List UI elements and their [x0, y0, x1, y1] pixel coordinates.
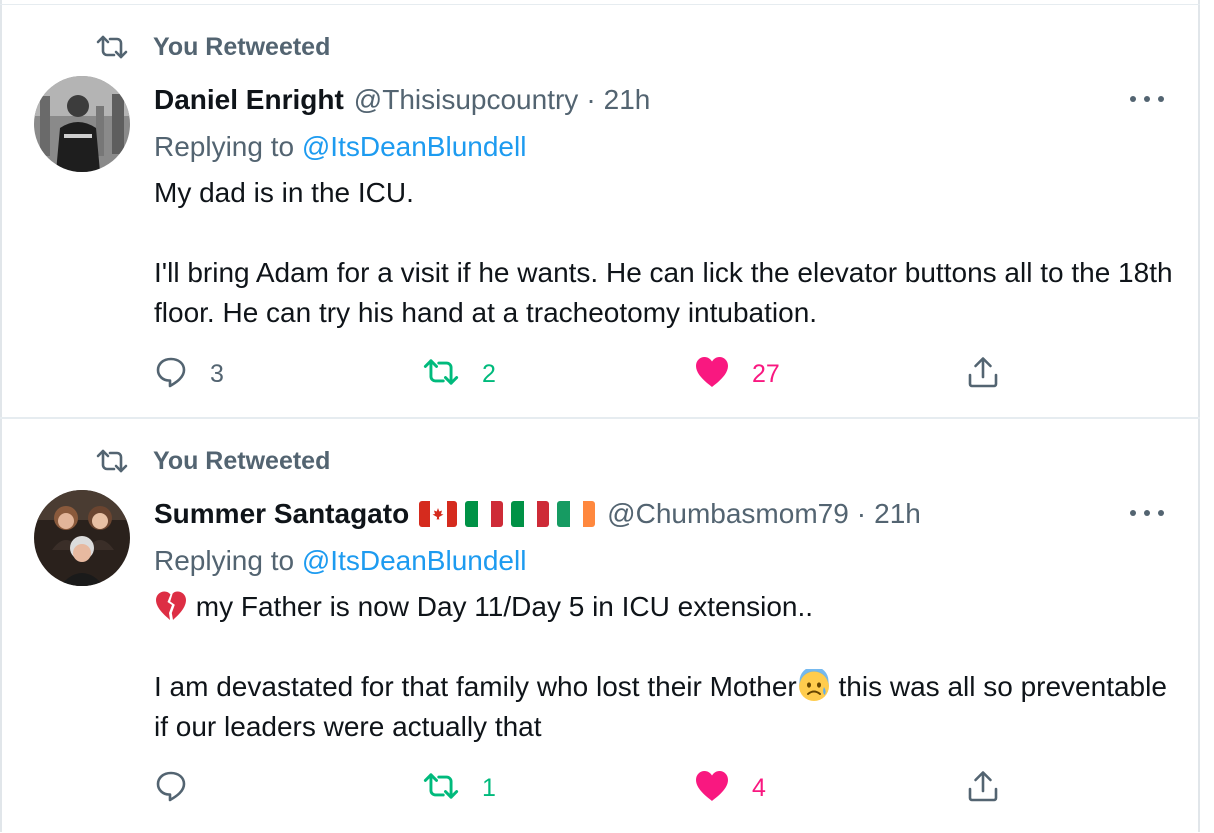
share-button[interactable] — [966, 768, 1000, 808]
reply-icon — [154, 769, 188, 808]
tweet-text-segment: I am devastated for that family who lost… — [154, 671, 797, 702]
replying-to: Replying to @ItsDeanBlundell — [154, 545, 526, 577]
canada-flag-icon — [419, 501, 458, 527]
reply-button[interactable] — [154, 768, 210, 808]
retweet-count: 2 — [482, 359, 496, 388]
replying-to-label: Replying to — [154, 545, 295, 576]
share-button[interactable] — [966, 354, 1000, 394]
mention-link[interactable]: @ItsDeanBlundell — [302, 131, 527, 162]
author-name[interactable]: Summer Santagato — [154, 498, 409, 530]
retweet-context: You Retweeted — [95, 31, 330, 63]
avatar[interactable] — [34, 76, 130, 172]
author-name[interactable]: Daniel Enright — [154, 84, 344, 116]
like-button[interactable]: 27 — [694, 354, 780, 394]
tweet-text: My dad is in the ICU. I'll bring Adam fo… — [154, 173, 1174, 333]
heart-icon — [694, 769, 730, 808]
more-options-icon[interactable] — [1130, 89, 1164, 109]
author-handle[interactable]: @Chumbasmom79 — [607, 498, 849, 530]
replying-to: Replying to @ItsDeanBlundell — [154, 131, 526, 163]
tweet-actions: 3 2 27 — [154, 354, 1024, 394]
retweet-context: You Retweeted — [95, 445, 330, 477]
tweet-timestamp[interactable]: 21h — [604, 84, 651, 116]
like-count: 27 — [752, 359, 780, 388]
heart-icon — [694, 355, 730, 394]
tweet-text-line: I'll bring Adam for a visit if he wants.… — [154, 257, 1173, 328]
like-count: 4 — [752, 773, 766, 802]
reply-icon — [154, 355, 188, 394]
share-icon — [966, 355, 1000, 394]
tweet-text: my Father is now Day 11/Day 5 in ICU ext… — [154, 587, 1174, 747]
retweet-context-label: You Retweeted — [153, 446, 331, 475]
tweet[interactable]: You Retweeted Summer Santagato @Chumbasm… — [0, 419, 1198, 833]
author-flags — [419, 501, 596, 527]
tweet-timestamp[interactable]: 21h — [874, 498, 921, 530]
more-options-icon[interactable] — [1130, 503, 1164, 523]
mention-link[interactable]: @ItsDeanBlundell — [302, 545, 527, 576]
retweet-button[interactable]: 2 — [422, 354, 496, 394]
reply-count: 3 — [210, 359, 224, 388]
author-handle[interactable]: @Thisisupcountry — [354, 84, 579, 116]
retweet-icon — [422, 770, 460, 807]
retweet-icon — [422, 356, 460, 393]
tweet-header: Daniel Enright @Thisisupcountry · 21h — [154, 80, 650, 120]
retweet-icon — [95, 447, 129, 475]
italy-flag-icon — [465, 501, 504, 527]
header-separator: · — [586, 84, 596, 115]
anxious-face-with-sweat-emoji-icon — [797, 666, 831, 703]
avatar[interactable] — [34, 490, 130, 586]
retweet-count: 1 — [482, 773, 496, 802]
broken-heart-emoji-icon — [154, 589, 188, 623]
timeline-border-right — [1198, 0, 1200, 832]
retweet-button[interactable]: 1 — [422, 768, 496, 808]
retweet-context-label: You Retweeted — [153, 32, 331, 61]
retweet-icon — [95, 33, 129, 61]
tweet-actions: 1 4 — [154, 768, 1024, 808]
italy-flag-icon — [511, 501, 550, 527]
share-icon — [966, 769, 1000, 808]
tweet-text-segment: my Father is now Day 11/Day 5 in ICU ext… — [195, 591, 814, 622]
reply-button[interactable]: 3 — [154, 354, 224, 394]
tweet-text-line: my Father is now Day 11/Day 5 in ICU ext… — [154, 587, 1174, 627]
tweet[interactable]: You Retweeted Daniel Enright @Thisisupco… — [0, 5, 1198, 419]
tweet-text-line: My dad is in the ICU. — [154, 177, 414, 208]
replying-to-label: Replying to — [154, 131, 295, 162]
header-separator: · — [856, 498, 867, 529]
ireland-flag-icon — [557, 501, 596, 527]
tweet-header: Summer Santagato @Chumbasmom79 · 21h — [154, 494, 921, 534]
like-button[interactable]: 4 — [694, 768, 766, 808]
tweet-text-line: I am devastated for that family who lost… — [154, 666, 1174, 747]
